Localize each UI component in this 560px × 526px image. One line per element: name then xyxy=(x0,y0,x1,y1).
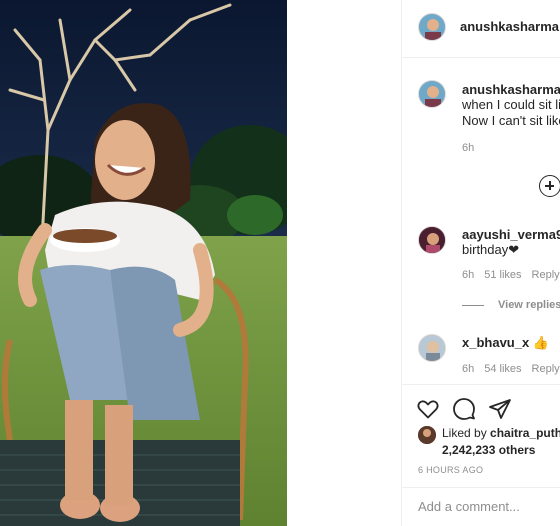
share-icon[interactable] xyxy=(488,397,512,421)
comment-time: 6h xyxy=(462,363,475,375)
caption-username[interactable]: anushkasharma xyxy=(462,82,560,97)
comment-reply-button[interactable]: Reply xyxy=(532,363,560,375)
comment-reply-button[interactable]: Reply xyxy=(532,269,560,281)
comment-username-text[interactable]: x_bhavu_x xyxy=(462,335,529,350)
comment-likes[interactable]: 51 likes xyxy=(484,269,521,281)
comment-text: birthday❤ xyxy=(462,242,520,257)
load-more-comments-icon[interactable] xyxy=(539,175,560,197)
comment-avatar[interactable] xyxy=(418,226,446,254)
post-photo-image xyxy=(0,0,287,526)
avatar-image xyxy=(418,426,436,444)
comment-meta: 6h 54 likes Reply xyxy=(462,363,560,375)
avatar-image xyxy=(419,227,445,253)
caption-time: 6h xyxy=(462,142,475,154)
likes-count[interactable]: 2,242,233 others xyxy=(442,443,535,457)
liked-by-text: Liked by chaitra_puth xyxy=(442,426,560,440)
liked-by-avatar[interactable] xyxy=(418,426,436,444)
comment-time: 6h xyxy=(462,269,475,281)
caption-avatar[interactable] xyxy=(418,80,446,108)
author-username-text[interactable]: anushkasharma xyxy=(460,19,559,34)
comment-composer xyxy=(402,487,560,526)
liked-by-prefix: Liked by xyxy=(442,426,487,440)
post-photo[interactable] xyxy=(0,0,287,526)
liked-by-user[interactable]: chaitra_puth xyxy=(490,426,560,440)
likes-count-text[interactable]: 2,242,233 others xyxy=(442,443,535,457)
comment-username[interactable]: aayushi_verma9k xyxy=(462,227,560,242)
post-timestamp[interactable]: 6 HOURS AGO xyxy=(418,465,483,475)
comment-icon[interactable] xyxy=(452,397,476,421)
view-replies-button[interactable]: View replies ( xyxy=(498,299,560,311)
avatar-image xyxy=(419,81,445,107)
comment-username[interactable]: x_bhavu_x 👍 xyxy=(462,335,549,351)
caption-username-text[interactable]: anushkasharma xyxy=(462,82,560,97)
comment-likes[interactable]: 54 likes xyxy=(484,363,521,375)
post-details-panel: anushkasharma anushkasharma when I could… xyxy=(401,0,560,526)
avatar-image xyxy=(419,14,445,40)
avatar-image xyxy=(419,335,445,361)
caption-line-2: Now I can't sit like xyxy=(462,113,560,128)
view-replies-divider xyxy=(462,305,484,306)
comment-input[interactable] xyxy=(418,499,560,514)
author-username[interactable]: anushkasharma xyxy=(460,19,560,34)
heart-icon[interactable] xyxy=(416,397,440,421)
author-avatar[interactable] xyxy=(418,13,446,41)
photo-gutter xyxy=(287,0,401,526)
comment-emoji: 👍 xyxy=(532,335,550,350)
comment-meta: 6h 51 likes Reply xyxy=(462,269,560,281)
post-header: anushkasharma xyxy=(402,0,560,58)
comment-avatar[interactable] xyxy=(418,334,446,362)
